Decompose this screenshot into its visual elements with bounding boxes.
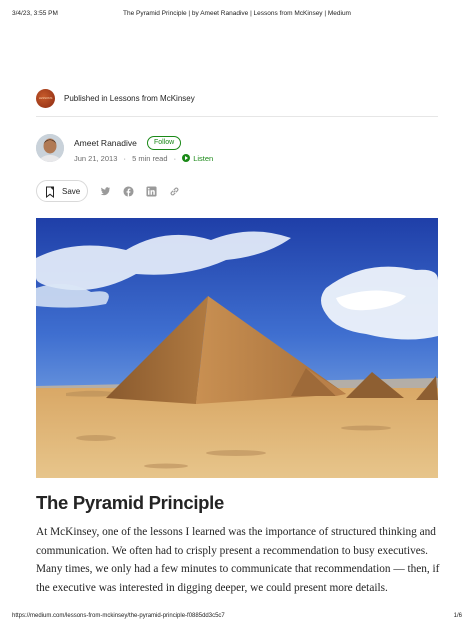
publish-date: Jun 21, 2013 [74,154,118,163]
publication-row: LESSONS Published in Lessons from McKins… [36,89,438,109]
article-body: At McKinsey, one of the lessons I learne… [36,526,440,594]
article-title: The Pyramid Principle [36,492,225,513]
follow-button[interactable]: Follow [147,136,182,150]
article-meta: Jun 21, 2013 · 5 min read · Listen [74,154,213,163]
pyramid-hero-image [36,218,438,478]
print-doc-title: The Pyramid Principle | by Ameet Ranadiv… [123,10,351,17]
listen-button[interactable]: Listen [182,154,213,163]
action-row: Save [36,180,438,204]
read-time: 5 min read [132,154,168,163]
listen-label: Listen [193,154,214,163]
publication-logo[interactable]: LESSONS [36,89,55,108]
bookmark-icon [46,186,54,198]
facebook-icon[interactable] [123,186,134,197]
author-row: Ameet Ranadive Follow Jun 21, 2013 · 5 m… [36,134,438,166]
author-name[interactable]: Ameet Ranadive [74,138,137,148]
print-url: https://medium.com/lessons-from-mckinsey… [12,613,225,619]
save-label: Save [62,187,81,196]
save-button[interactable]: Save [36,180,88,202]
twitter-icon[interactable] [100,186,111,197]
meta-separator: · [123,154,126,163]
meta-separator: · [173,154,177,163]
print-header: 3/4/23, 3:55 PM The Pyramid Principle | … [12,10,462,22]
print-footer: https://medium.com/lessons-from-mckinsey… [12,613,462,623]
page-number: 1/6 [453,613,462,619]
link-icon[interactable] [169,186,180,197]
publication-label[interactable]: Published in Lessons from McKinsey [64,94,195,103]
linkedin-icon[interactable] [146,186,157,197]
avatar[interactable] [36,134,64,162]
divider [36,116,438,117]
play-icon [182,154,191,162]
